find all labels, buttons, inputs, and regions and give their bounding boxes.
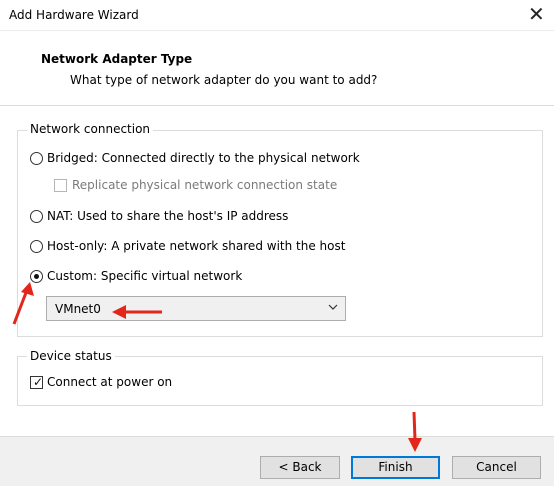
custom-label[interactable]: Custom: Specific virtual network	[47, 269, 242, 283]
annotation-arrow-icon	[408, 411, 422, 452]
network-connection-label: Network connection	[27, 122, 154, 136]
window-title: Add Hardware Wizard	[9, 8, 139, 22]
device-status-label: Device status	[27, 349, 115, 363]
bridged-label[interactable]: Bridged: Connected directly to the physi…	[47, 151, 360, 165]
page-title: Network Adapter Type	[41, 52, 193, 66]
replicate-checkbox[interactable]	[54, 179, 67, 192]
checkmark-icon: ✓	[33, 375, 44, 389]
custom-network-select[interactable]: VMnet0	[46, 296, 346, 321]
host-only-label[interactable]: Host-only: A private network shared with…	[47, 239, 345, 253]
cancel-button[interactable]: Cancel	[452, 456, 541, 479]
bridged-radio[interactable]	[30, 152, 43, 165]
chevron-down-icon	[328, 304, 338, 310]
close-icon[interactable]: ✕	[528, 2, 545, 26]
nat-label[interactable]: NAT: Used to share the host's IP address	[47, 209, 288, 223]
page-subtitle: What type of network adapter do you want…	[70, 73, 378, 87]
annotation-arrow-icon	[112, 305, 162, 319]
annotation-arrow-icon	[12, 282, 34, 325]
finish-button[interactable]: Finish	[351, 456, 440, 479]
nat-radio[interactable]	[30, 210, 43, 223]
custom-network-value: VMnet0	[55, 302, 101, 316]
host-only-radio[interactable]	[30, 240, 43, 253]
back-button[interactable]: < Back	[260, 456, 340, 479]
replicate-label: Replicate physical network connection st…	[72, 178, 338, 192]
wizard-header	[0, 31, 554, 106]
connect-at-power-on-checkbox[interactable]: ✓	[30, 375, 44, 389]
connect-at-power-on-label[interactable]: Connect at power on	[47, 375, 172, 389]
